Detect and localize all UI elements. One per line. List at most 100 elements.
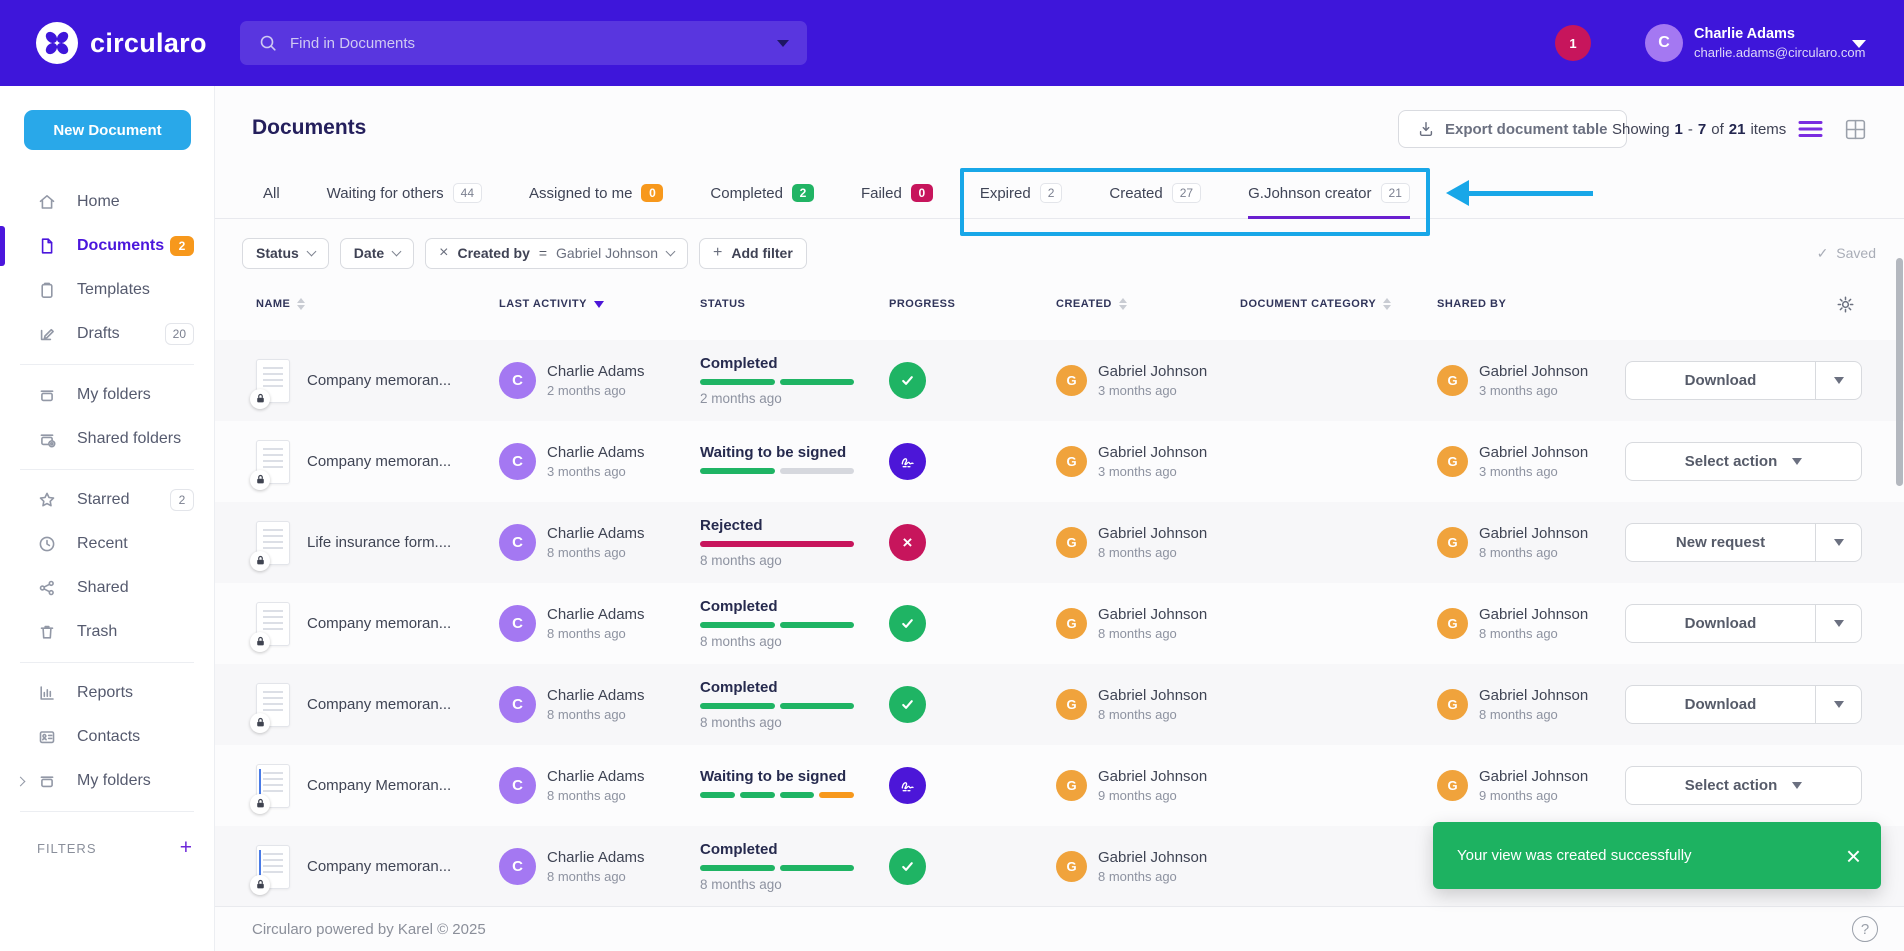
tab-failed[interactable]: Failed 0 — [861, 168, 933, 218]
table-row[interactable]: Company Memoran... C Charlie Adams 8 mon… — [215, 745, 1904, 826]
action-label: Select action — [1685, 453, 1778, 470]
star-icon — [37, 490, 57, 510]
sidebar-item-drafts[interactable]: Drafts20 — [0, 312, 214, 356]
table-row[interactable]: Company memoran... C Charlie Adams 2 mon… — [215, 340, 1904, 421]
activity-time: 8 months ago — [547, 869, 645, 884]
row-action-button-select-action[interactable]: Select action — [1625, 766, 1862, 805]
notification-badge[interactable]: 1 — [1555, 25, 1591, 61]
export-document-table-button[interactable]: Export document table — [1398, 110, 1627, 148]
sidebar-item-contacts[interactable]: Contacts — [0, 715, 214, 759]
search-dropdown-caret-icon[interactable] — [777, 40, 789, 47]
annotation-arrow — [1446, 180, 1593, 206]
sidebar-item-my-folders[interactable]: My folders — [0, 373, 214, 417]
sidebar-item-shared-folders[interactable]: Shared folders — [0, 417, 214, 461]
remove-filter-icon[interactable]: × — [439, 244, 448, 262]
document-name-cell[interactable]: Company memoran... — [256, 602, 499, 646]
new-document-button[interactable]: New Document — [24, 110, 191, 150]
status-time: 8 months ago — [700, 553, 889, 568]
tab-completed[interactable]: Completed2 — [710, 168, 814, 218]
row-action-button-download[interactable]: Download — [1625, 604, 1862, 643]
tab-count-badge: 0 — [911, 184, 933, 202]
column-header-last-activity[interactable]: LAST ACTIVITY — [499, 298, 700, 310]
plus-icon: + — [713, 244, 722, 262]
activity-person-name: Charlie Adams — [547, 444, 645, 461]
grid-view-icon[interactable] — [1843, 117, 1868, 142]
add-filter-plus-icon[interactable]: + — [180, 836, 192, 860]
created-avatar: G — [1056, 851, 1087, 882]
sidebar-item-trash[interactable]: Trash — [0, 610, 214, 654]
row-action-button-select-action[interactable]: Select action — [1625, 442, 1862, 481]
table-row[interactable]: Company memoran... C Charlie Adams 8 mon… — [215, 583, 1904, 664]
shared-person-name: Gabriel Johnson — [1479, 768, 1588, 785]
date-filter-dropdown[interactable]: Date — [340, 238, 414, 269]
created-person-name: Gabriel Johnson — [1098, 849, 1207, 866]
created-person-name: Gabriel Johnson — [1098, 687, 1207, 704]
action-cell: Select action — [1625, 766, 1904, 805]
sidebar-item-reports[interactable]: Reports — [0, 671, 214, 715]
saved-indicator: ✓ Saved — [1817, 245, 1876, 262]
tab-assigned-to-me[interactable]: Assigned to me0 — [529, 168, 663, 218]
shared-person-name: Gabriel Johnson — [1479, 525, 1588, 542]
sidebar-item-templates[interactable]: Templates — [0, 268, 214, 312]
tab-waiting-for-others[interactable]: Waiting for others44 — [327, 168, 482, 218]
action-dropdown-caret[interactable] — [1815, 686, 1861, 723]
help-icon[interactable]: ? — [1852, 916, 1878, 942]
tab-all[interactable]: All — [263, 168, 280, 218]
status-filter-dropdown[interactable]: Status — [242, 238, 329, 269]
edit-icon — [37, 324, 57, 344]
chevron-right-icon — [16, 776, 26, 786]
vertical-scrollbar[interactable] — [1896, 258, 1903, 486]
brand-logo[interactable]: circularo — [36, 22, 207, 64]
column-header-name[interactable]: NAME — [256, 298, 499, 310]
table-settings-gear-icon[interactable] — [1836, 282, 1855, 326]
sidebar-item-label: Documents — [77, 237, 164, 255]
sort-icon[interactable] — [1383, 298, 1391, 310]
activity-person-name: Charlie Adams — [547, 606, 645, 623]
sidebar-item-my-folders[interactable]: My folders — [0, 759, 214, 803]
user-info[interactable]: Charlie Adams charlie.adams@circularo.co… — [1694, 26, 1865, 60]
column-header-document-category[interactable]: DOCUMENT CATEGORY — [1240, 298, 1437, 310]
tab-label: Failed — [861, 185, 902, 202]
search-input[interactable]: Find in Documents — [240, 21, 807, 65]
sidebar-item-documents[interactable]: Documents2 — [0, 224, 214, 268]
shared-avatar: G — [1437, 446, 1468, 477]
sidebar-item-shared[interactable]: Shared — [0, 566, 214, 610]
sort-icon[interactable] — [297, 298, 305, 310]
sidebar-item-starred[interactable]: Starred2 — [0, 478, 214, 522]
column-header-created[interactable]: CREATED — [1056, 298, 1240, 310]
row-action-button-download[interactable]: Download — [1625, 361, 1862, 400]
user-avatar[interactable]: C — [1645, 24, 1683, 62]
progress-cell — [889, 605, 1056, 642]
table-row[interactable]: Life insurance form.... C Charlie Adams … — [215, 502, 1904, 583]
progress-bar — [700, 622, 854, 628]
user-menu-caret-icon[interactable] — [1852, 40, 1866, 48]
document-name-cell[interactable]: Company memoran... — [256, 359, 499, 403]
document-name-cell[interactable]: Company memoran... — [256, 845, 499, 889]
chart-icon — [37, 683, 57, 703]
table-row[interactable]: Company memoran... C Charlie Adams 8 mon… — [215, 664, 1904, 745]
document-name-cell[interactable]: Life insurance form.... — [256, 521, 499, 565]
progress-segment-green — [700, 865, 775, 871]
tab-created[interactable]: Created27 — [1109, 168, 1201, 218]
sort-icon[interactable] — [1119, 298, 1127, 310]
table-row[interactable]: Company memoran... C Charlie Adams 3 mon… — [215, 421, 1904, 502]
chip-operator: = — [539, 245, 547, 261]
action-dropdown-caret[interactable] — [1815, 605, 1861, 642]
row-action-button-new-request[interactable]: New request — [1625, 523, 1862, 562]
sort-desc-icon[interactable] — [594, 301, 604, 308]
sidebar-item-recent[interactable]: Recent — [0, 522, 214, 566]
list-view-icon[interactable] — [1797, 119, 1824, 139]
document-name-cell[interactable]: Company Memoran... — [256, 764, 499, 808]
created-by-filter-chip[interactable]: × Created by = Gabriel Johnson — [425, 238, 688, 269]
toast-close-icon[interactable]: × — [1846, 843, 1861, 869]
sidebar-nav: HomeDocuments2TemplatesDrafts20 My folder… — [0, 180, 214, 820]
sidebar-item-home[interactable]: Home — [0, 180, 214, 224]
row-action-button-download[interactable]: Download — [1625, 685, 1862, 724]
tab-expired[interactable]: Expired2 — [980, 168, 1063, 218]
document-name-cell[interactable]: Company memoran... — [256, 440, 499, 484]
action-dropdown-caret[interactable] — [1815, 524, 1861, 561]
action-dropdown-caret[interactable] — [1815, 362, 1861, 399]
document-name-cell[interactable]: Company memoran... — [256, 683, 499, 727]
tab-g-johnson-creator[interactable]: G.Johnson creator21 — [1248, 168, 1410, 218]
add-filter-button[interactable]: + Add filter — [699, 238, 807, 269]
